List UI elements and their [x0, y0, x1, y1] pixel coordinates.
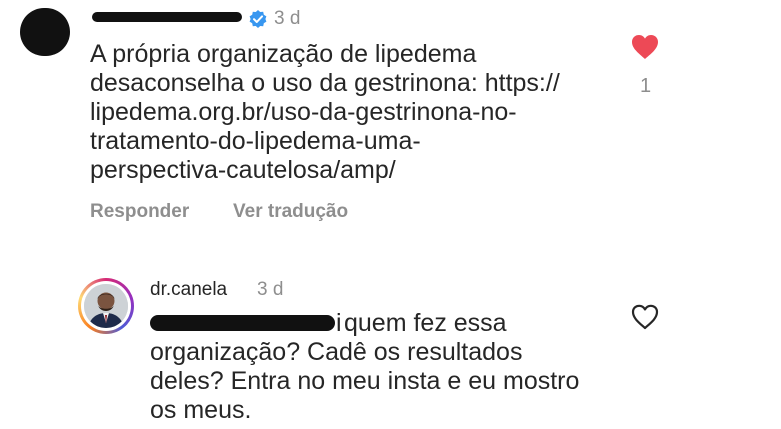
mention-redacted[interactable]: [150, 315, 335, 331]
comment-text: organização? Cadê os resultados deles? E…: [150, 338, 580, 424]
avatar-story-ring[interactable]: [78, 278, 134, 334]
mention-suffix: i: [336, 309, 342, 337]
username[interactable]: dr.canela: [150, 279, 227, 301]
comment-time: 3 d: [257, 279, 284, 300]
like-count: 1: [640, 75, 652, 97]
heart-filled-icon[interactable]: [630, 33, 660, 61]
comment-text-line1: quem fez essa: [344, 309, 507, 337]
reply-button[interactable]: Responder: [90, 201, 189, 223]
person-photo-icon: [84, 284, 128, 328]
heart-outline-icon[interactable]: [630, 303, 660, 331]
avatar: [84, 284, 128, 328]
username-redacted[interactable]: [92, 12, 242, 22]
comment-text: A própria organização de lipedema desaco…: [90, 40, 560, 184]
comment-time: 3 d: [274, 8, 301, 29]
translate-button[interactable]: Ver tradução: [233, 201, 348, 223]
verified-badge-icon: [248, 9, 268, 29]
avatar-redacted[interactable]: [20, 8, 70, 56]
